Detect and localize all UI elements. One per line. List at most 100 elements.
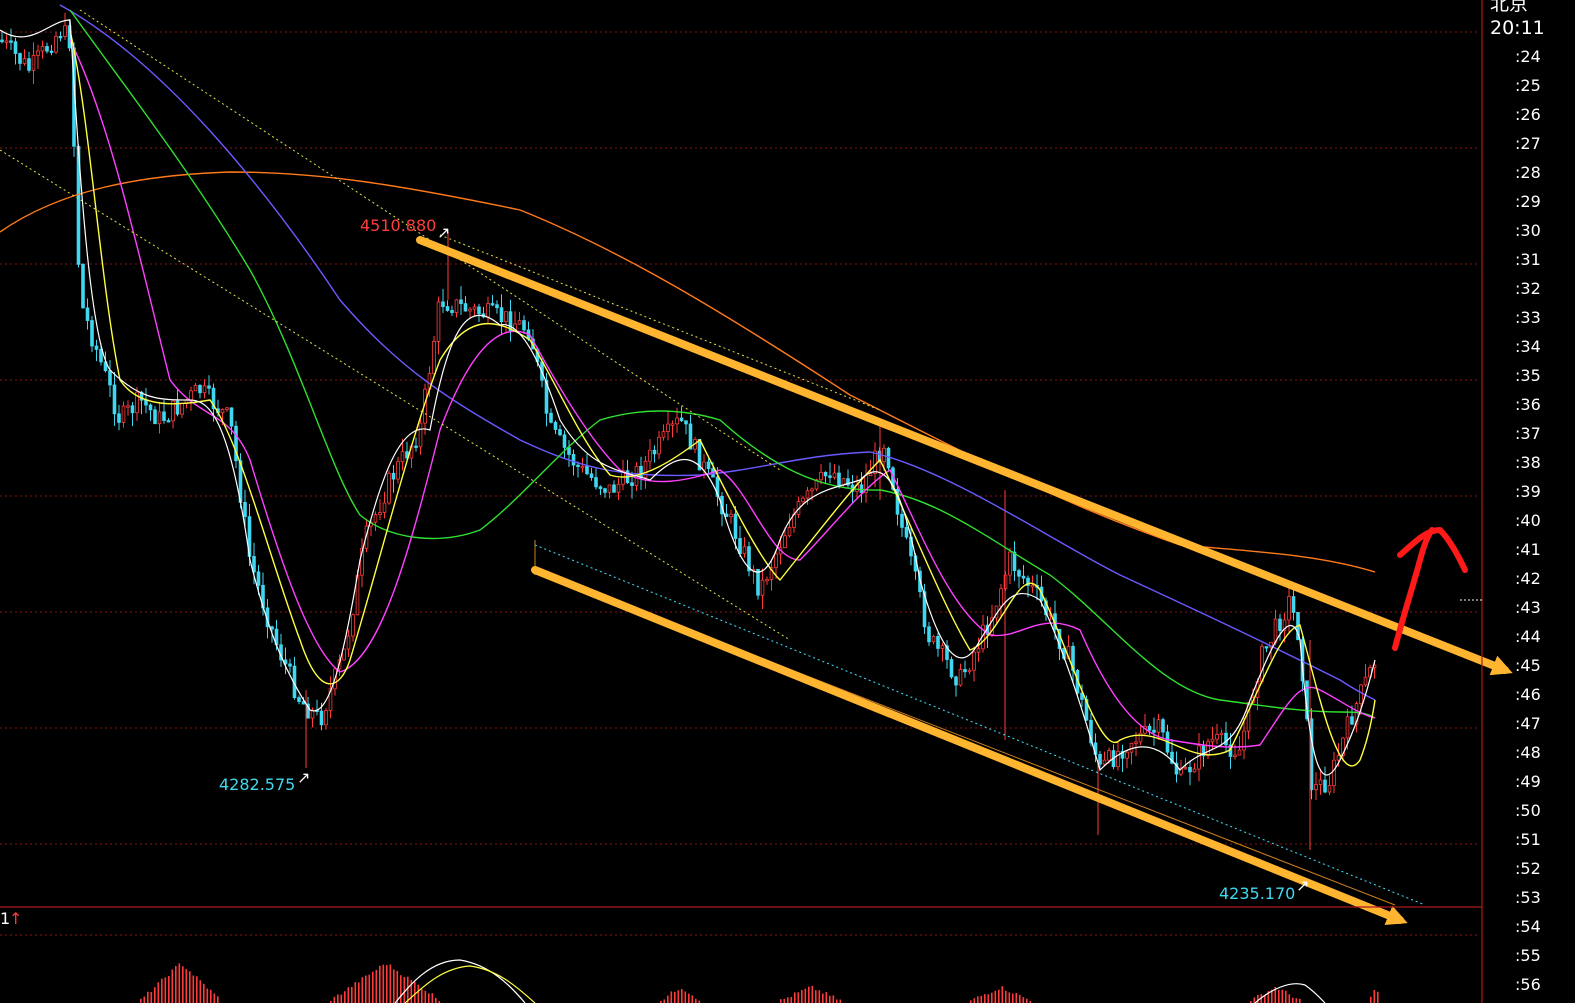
candle-up [801,497,805,503]
candle-up [1129,742,1134,753]
low-price-left-label: 4282.575 [219,775,295,794]
candlestick-series [0,12,1377,850]
candle-up [976,648,981,653]
candle-up [1008,551,1012,576]
axis-tick-label: :46 [1515,685,1541,704]
candle-up [1237,749,1242,756]
volume-bar [414,981,416,1003]
candle-up [1030,585,1035,588]
candle-up [1134,741,1138,744]
high-price-label: 4510.880 [360,216,436,235]
axis-tick-label: :39 [1515,482,1541,501]
candle-up [774,553,778,569]
axis-tick-label: :51 [1515,830,1541,849]
axis-tick-label: :44 [1515,627,1541,646]
candle-down [229,407,234,427]
channel-upper-arrow [416,236,1513,676]
candle-up [382,502,387,513]
volume-bar [389,964,392,1003]
candle-up [351,614,355,637]
candle-up [157,411,162,425]
candle-down [1224,732,1228,746]
candle-down [927,626,931,643]
candle-down [684,420,688,425]
cyan-channel-line [534,544,1426,906]
volume-bar [393,969,395,1003]
candle-down [594,477,598,488]
candle-up [1332,759,1336,787]
axis-tick-label: :29 [1515,192,1541,211]
volume-bar [1377,991,1379,1003]
volume-bar [192,975,195,1003]
volume-bar [396,970,399,1003]
axis-tick-label: :36 [1515,395,1541,414]
volume-bar [808,986,810,1003]
candle-down [688,423,693,450]
candle-down [414,445,418,448]
candle-down [18,53,22,64]
candle-up [1273,618,1278,643]
candle-down [954,676,958,686]
volume-bar [822,993,824,1003]
volume-bar [182,966,184,1003]
volume-bar [407,976,409,1003]
volume-bar [178,963,181,1003]
candlestick-chart: 4510.880 ↗ 4282.575 ↗ 4235.170 ↗ 1 ↑ 北京 … [0,0,1545,1003]
volume-bar [206,988,209,1003]
candle-up [1287,596,1291,621]
volume-bar [670,991,673,1003]
candle-down [553,421,558,430]
volume-bar [203,983,205,1003]
volume-bar [1288,994,1291,1003]
candle-down [144,399,148,406]
candle-down [1147,725,1152,731]
candle-up [504,311,508,323]
axis-tick-label: :47 [1515,714,1541,733]
candle-up [202,385,207,394]
candle-down [445,306,450,311]
candle-up [666,423,670,433]
candle-down [733,513,738,539]
candle-up [1107,750,1111,761]
candle-down [963,669,967,673]
candle-down [130,405,135,414]
volume-bar [435,997,437,1003]
volume-bar [790,997,793,1003]
candle-down [1161,719,1165,733]
candle-down [1264,646,1269,649]
candle-up [193,384,198,392]
candle-up [346,635,351,650]
candle-down [603,488,607,493]
volume-bar [196,976,198,1003]
candle-down [1323,779,1327,793]
volume-bar [691,995,694,1003]
candle-up [1206,741,1210,757]
candle-down [562,434,567,448]
candle-up [675,417,679,425]
candle-up [742,546,747,555]
candle-down [463,303,468,312]
ma-blue-line [59,4,1376,701]
candle-up [1314,784,1318,791]
axis-tick-label: :50 [1515,801,1541,820]
candle-down [589,473,594,478]
candle-down [148,404,153,411]
candle-down [9,40,13,43]
candle-up [931,635,936,643]
candle-up [22,58,27,64]
volume-bar [157,982,160,1003]
candle-up [378,512,382,516]
candle-down [837,472,841,486]
volume-bar [1026,998,1028,1003]
volume-bar [973,998,976,1003]
axis-tick-label: :34 [1515,337,1541,356]
candle-down [117,413,121,423]
volume-bar [836,999,838,1003]
candle-down [499,307,504,323]
candle-up [4,40,9,43]
candle-down [571,454,576,466]
candle-up [729,513,733,518]
volume-bar [977,996,979,1003]
candle-up [783,535,787,549]
volume-bar [797,992,800,1003]
